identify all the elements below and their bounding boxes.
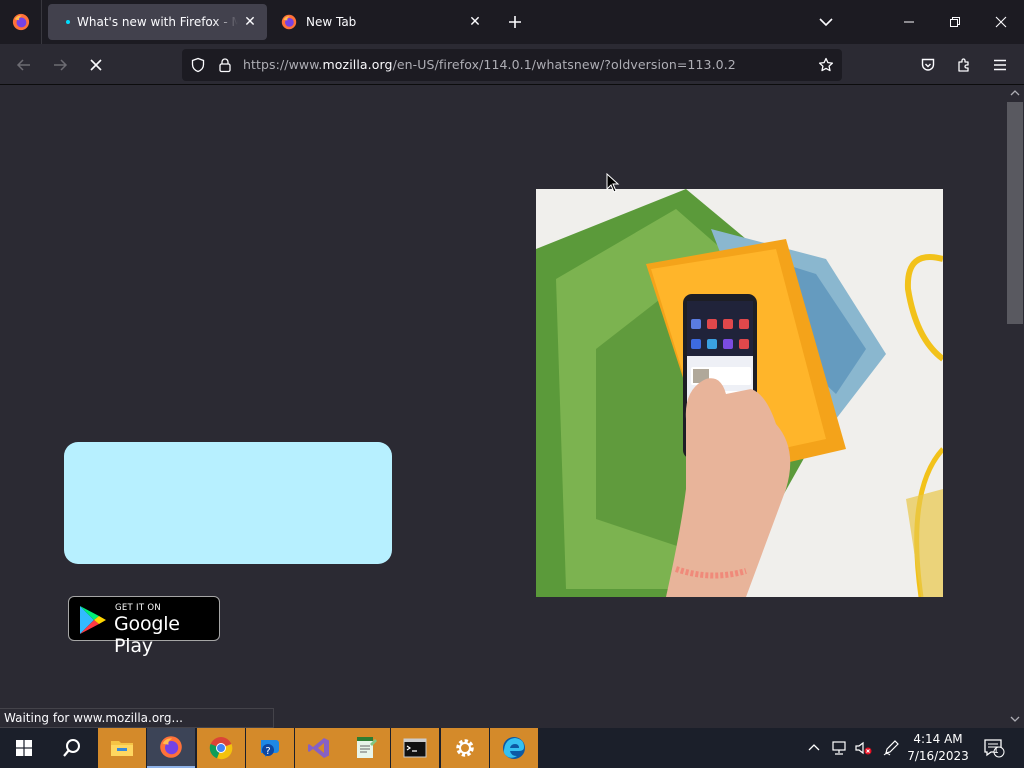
tab-title: New Tab bbox=[306, 15, 357, 29]
stop-loading-button[interactable] bbox=[81, 50, 111, 80]
edge-icon bbox=[503, 737, 525, 759]
tab-strip: What's new with Firefox - More ✕ New Tab… bbox=[0, 0, 1024, 44]
back-button[interactable] bbox=[9, 50, 39, 80]
tab-title: What's new with Firefox - More bbox=[77, 15, 238, 29]
close-tab-icon[interactable]: ✕ bbox=[463, 10, 487, 34]
hero-image bbox=[536, 189, 943, 597]
start-button[interactable] bbox=[0, 728, 48, 768]
search-icon bbox=[63, 739, 80, 757]
tab-whats-new[interactable]: What's new with Firefox - More ✕ bbox=[48, 4, 267, 40]
taskbar-terminal[interactable] bbox=[391, 728, 439, 768]
forward-button[interactable] bbox=[45, 50, 75, 80]
star-icon[interactable] bbox=[818, 57, 834, 73]
close-icon bbox=[995, 16, 1007, 28]
url-bar[interactable]: https://www.mozilla.org/en-US/firefox/11… bbox=[182, 49, 842, 81]
minimize-button[interactable] bbox=[886, 0, 932, 44]
plus-icon bbox=[509, 16, 521, 28]
visual-studio-icon bbox=[308, 738, 329, 758]
loading-dot-icon bbox=[66, 20, 70, 24]
volume-muted-icon bbox=[855, 741, 872, 755]
clock-date: 7/16/2023 bbox=[907, 749, 969, 763]
restore-icon bbox=[950, 17, 960, 27]
taskbar-file-explorer[interactable] bbox=[98, 728, 146, 768]
network-icon bbox=[832, 741, 846, 755]
taskbar-help[interactable]: ? bbox=[246, 728, 294, 768]
app-menu-button[interactable] bbox=[985, 50, 1015, 80]
show-hidden-icons-button[interactable] bbox=[804, 728, 824, 768]
mouse-cursor-icon bbox=[606, 173, 620, 193]
page-scrollbar[interactable] bbox=[1006, 85, 1024, 728]
scroll-up-icon[interactable] bbox=[1010, 88, 1020, 98]
arrow-right-icon bbox=[54, 59, 68, 71]
google-play-icon bbox=[80, 606, 106, 634]
restore-button[interactable] bbox=[932, 0, 978, 44]
taskbar-edge[interactable] bbox=[490, 728, 538, 768]
firefox-icon bbox=[160, 736, 182, 758]
url-host: mozilla.org bbox=[322, 57, 393, 72]
search-button[interactable] bbox=[48, 728, 96, 768]
status-panel: Waiting for www.mozilla.org... bbox=[0, 708, 274, 728]
chevron-down-icon bbox=[819, 18, 833, 27]
taskbar-visual-studio[interactable] bbox=[295, 728, 343, 768]
firefox-icon bbox=[12, 13, 29, 31]
notepad-icon bbox=[357, 737, 377, 758]
google-play-badge[interactable]: GET IT ON Google Play bbox=[68, 596, 220, 657]
volume-tray-button[interactable] bbox=[852, 728, 874, 768]
network-tray-button[interactable] bbox=[828, 728, 850, 768]
gear-icon bbox=[456, 739, 474, 757]
close-window-button[interactable] bbox=[978, 0, 1024, 44]
pen-tray-button[interactable] bbox=[880, 728, 902, 768]
pocket-icon bbox=[921, 58, 935, 71]
taskbar-firefox[interactable] bbox=[147, 728, 195, 768]
scroll-down-icon[interactable] bbox=[1010, 714, 1020, 724]
url-text[interactable]: https://www.mozilla.org/en-US/firefox/11… bbox=[243, 57, 736, 72]
url-prefix: https://www. bbox=[243, 57, 323, 72]
clock-time: 4:14 AM bbox=[913, 732, 963, 746]
url-path: /en-US/firefox/114.0.1/whatsnew/?oldvers… bbox=[392, 57, 736, 72]
action-center-button[interactable]: 1 bbox=[980, 728, 1008, 768]
hamburger-menu-icon bbox=[994, 59, 1006, 71]
chevron-up-icon bbox=[808, 744, 820, 751]
help-icon: ? bbox=[261, 740, 279, 757]
taskbar-settings[interactable] bbox=[441, 728, 489, 768]
terminal-icon bbox=[403, 738, 427, 758]
list-all-tabs-button[interactable] bbox=[812, 8, 840, 36]
page-content: GET IT ON Google Play bbox=[0, 85, 1006, 728]
notification-count-badge: 1 bbox=[993, 746, 999, 756]
folder-icon bbox=[111, 741, 133, 756]
badge-big-text: Google Play bbox=[114, 613, 180, 657]
new-tab-button[interactable] bbox=[502, 8, 528, 36]
close-tab-icon[interactable]: ✕ bbox=[238, 10, 262, 34]
taskbar-clock[interactable]: 4:14 AM 7/16/2023 bbox=[902, 731, 974, 765]
qr-code-placeholder bbox=[64, 442, 392, 564]
tab-new-tab[interactable]: New Tab ✕ bbox=[276, 4, 492, 40]
firefox-icon bbox=[281, 14, 297, 30]
windows-logo-icon bbox=[16, 740, 32, 756]
extensions-button[interactable] bbox=[949, 50, 979, 80]
firefox-view-button[interactable] bbox=[0, 0, 42, 44]
shield-icon[interactable] bbox=[190, 57, 206, 73]
badge-small-text: GET IT ON bbox=[115, 603, 162, 613]
taskbar-chrome[interactable] bbox=[197, 728, 245, 768]
lock-icon[interactable] bbox=[217, 57, 233, 73]
svg-text:?: ? bbox=[265, 746, 270, 757]
stop-icon bbox=[90, 59, 102, 71]
pocket-button[interactable] bbox=[913, 50, 943, 80]
hero-phone-illustration bbox=[536, 189, 943, 597]
puzzle-icon bbox=[958, 58, 969, 72]
scroll-thumb[interactable] bbox=[1007, 102, 1023, 324]
arrow-left-icon bbox=[16, 59, 30, 71]
windows-taskbar: ? 4:14 AM 7/16/2023 1 bbox=[0, 728, 1024, 768]
taskbar-notepad[interactable] bbox=[342, 728, 390, 768]
navigation-toolbar: https://www.mozilla.org/en-US/firefox/11… bbox=[0, 44, 1024, 85]
minimize-icon bbox=[904, 21, 914, 23]
chrome-icon bbox=[209, 737, 233, 760]
pen-icon bbox=[883, 740, 899, 756]
